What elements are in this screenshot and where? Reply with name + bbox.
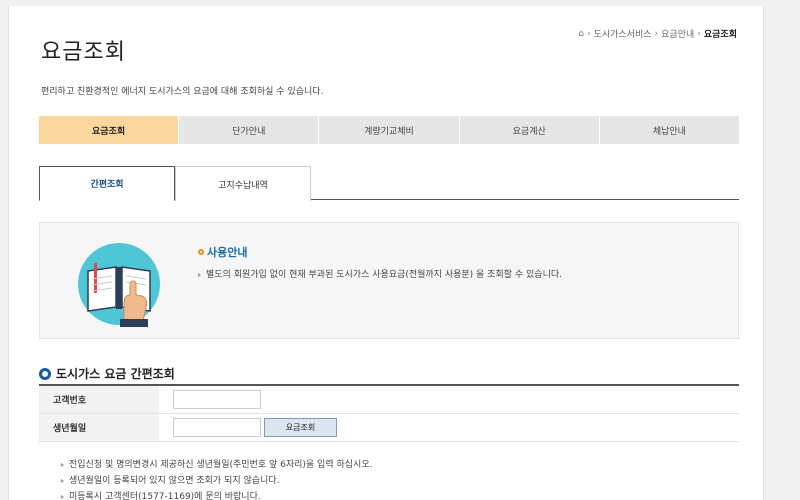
book-hand-icon (78, 243, 160, 327)
usage-guide-title-text: 사용안내 (207, 246, 248, 259)
customer-no-input[interactable] (173, 390, 261, 409)
form-cell: 요금조회 (159, 414, 739, 441)
list-item: 생년월일이 등록되어 있지 않으면 조회가 되지 않습니다. (61, 473, 372, 489)
note-text: 생년월일이 등록되어 있지 않으면 조회가 되지 않습니다. (69, 476, 280, 486)
form-row-customer-no: 고객번호 (39, 386, 739, 414)
page-description: 편리하고 친환경적인 에너지 도시가스의 요금에 대해 조회하실 수 있습니다. (41, 87, 324, 97)
nav-tab-fee-inquiry[interactable]: 요금조회 (39, 116, 180, 144)
bullet-arrow-icon (198, 272, 201, 277)
breadcrumb: ⌂ › 도시가스서비스 › 요금안내 › 요금조회 (578, 27, 737, 41)
breadcrumb-item[interactable]: 요금안내 (661, 27, 694, 40)
list-item: 미등록시 고객센터(1577-1169)에 문의 바랍니다. (61, 489, 372, 500)
tab-billing-history[interactable]: 고지수납내역 (175, 166, 311, 201)
usage-guide-text-content: 별도의 회원가입 없이 현재 부과된 도시가스 사용요금(전월까지 사용분) 을… (206, 270, 562, 280)
form-cell (159, 386, 739, 413)
breadcrumb-separator-icon: › (586, 28, 591, 39)
nav-tab-arrears[interactable]: 체납안내 (600, 116, 739, 144)
main-nav: 요금조회 단가안내 계량기교체비 요금계산 체납안내 (39, 116, 739, 144)
breadcrumb-item[interactable]: 도시가스서비스 (594, 27, 652, 40)
list-item: 전입신청 및 명의변경시 제공하신 생년월일(주민번호 앞 6자리)을 입력 하… (61, 457, 372, 473)
form-row-birthdate: 생년월일 요금조회 (39, 414, 739, 442)
breadcrumb-separator-icon: › (654, 28, 659, 39)
note-text: 미등록시 고객센터(1577-1169)에 문의 바랍니다. (69, 492, 261, 500)
section-ring-icon (39, 367, 51, 380)
tab-simple-inquiry[interactable]: 간편조회 (39, 166, 175, 201)
bullet-arrow-icon (61, 495, 64, 499)
section-title-text: 도시가스 요금 간편조회 (56, 367, 175, 381)
home-icon[interactable]: ⌂ (578, 29, 584, 39)
page-gutter (776, 0, 800, 500)
customer-no-label: 고객번호 (39, 386, 159, 413)
breadcrumb-separator-icon: › (697, 28, 701, 39)
notes-list: 전입신청 및 명의변경시 제공하신 생년월일(주민번호 앞 6자리)을 입력 하… (61, 457, 372, 500)
section-title: 도시가스 요금 간편조회 (39, 365, 175, 382)
nav-tab-unit-price[interactable]: 단가안내 (179, 116, 320, 144)
bullet-dot-icon (198, 249, 204, 255)
birthdate-input[interactable] (173, 418, 261, 437)
nav-tab-meter-replacement[interactable]: 계량기교체비 (319, 116, 460, 144)
bullet-arrow-icon (61, 463, 64, 467)
page-title: 요금조회 (41, 40, 126, 65)
usage-guide-box: 사용안내 별도의 회원가입 없이 현재 부과된 도시가스 사용요금(전월까지 사… (39, 222, 739, 339)
inquiry-form: 고객번호 생년월일 요금조회 (39, 384, 739, 442)
nav-tab-fee-calculation[interactable]: 요금계산 (460, 116, 600, 144)
sub-tabs: 간편조회 고지수납내역 (39, 166, 739, 201)
usage-guide-text: 별도의 회원가입 없이 현재 부과된 도시가스 사용요금(전월까지 사용분) 을… (198, 267, 562, 280)
content-page: 요금조회 ⌂ › 도시가스서비스 › 요금안내 › 요금조회 편리하고 친환경적… (8, 6, 764, 500)
note-text: 전입신청 및 명의변경시 제공하신 생년월일(주민번호 앞 6자리)을 입력 하… (69, 460, 373, 470)
usage-guide-title: 사용안내 (198, 244, 247, 260)
bullet-arrow-icon (61, 479, 64, 483)
fee-search-button[interactable]: 요금조회 (264, 418, 337, 437)
birthdate-label: 생년월일 (39, 414, 159, 441)
breadcrumb-current: 요금조회 (703, 30, 737, 40)
